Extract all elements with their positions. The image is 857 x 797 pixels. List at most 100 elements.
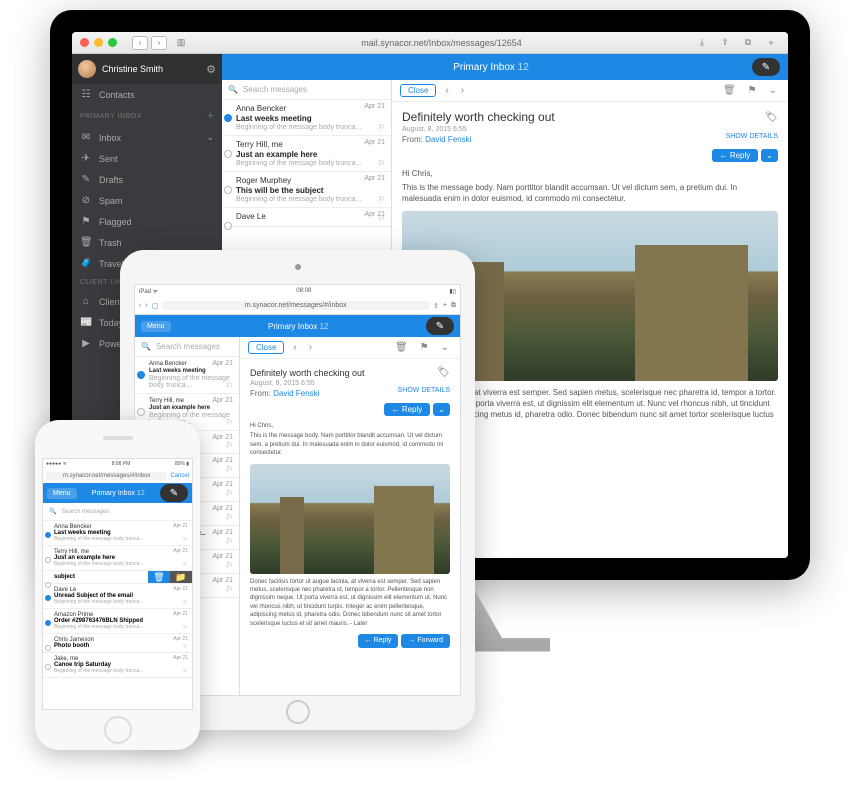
tablet-close-button[interactable]: Close — [248, 341, 284, 354]
tabs-icon[interactable]: ⧉ — [739, 36, 757, 50]
phone-compose-button[interactable]: ✎ — [160, 484, 188, 502]
message-row[interactable]: Amazon PrimeOrder #298763476BLN ShippedB… — [43, 609, 192, 634]
flag-icon[interactable]: ⚑ — [417, 342, 432, 353]
reader-icon[interactable]: ⤓ — [693, 36, 711, 50]
flag-icon[interactable]: ⚐ — [378, 159, 385, 168]
flag-icon[interactable]: ⚐ — [183, 536, 188, 543]
message-row[interactable]: Anna BenckerLast weeks meetingBeginning … — [135, 357, 239, 394]
tablet-sender-link[interactable]: David Fenski — [273, 389, 319, 398]
window-minimize-icon[interactable] — [94, 38, 103, 47]
flag-icon[interactable]: ⚐ — [226, 537, 233, 546]
chevron-down-icon[interactable]: ⌄ — [438, 342, 452, 353]
share-icon[interactable]: ⇪ — [716, 36, 734, 50]
next-message-icon[interactable]: › — [458, 85, 467, 96]
flag-icon[interactable]: ⚐ — [183, 599, 188, 606]
flag-icon[interactable]: ⚐ — [183, 668, 188, 675]
sidebar-item-sent[interactable]: ✈Sent — [72, 148, 222, 169]
trash-icon[interactable]: 🗑 — [392, 342, 411, 353]
tag-icon[interactable]: 🏷 — [437, 367, 450, 378]
tablet-image — [250, 464, 450, 574]
tablet-tabs-icon[interactable]: ⧉ — [451, 302, 456, 310]
add-tab-icon[interactable]: + — [762, 36, 780, 50]
sender-link[interactable]: David Fenski — [425, 135, 471, 144]
message-row[interactable]: Roger MurpheyThis will be the subjectBeg… — [222, 172, 391, 208]
add-folder-icon[interactable]: + — [207, 110, 214, 122]
tablet-show-details[interactable]: SHOW DETAILS — [398, 387, 450, 394]
tablet-share-icon[interactable]: ⇪ — [433, 302, 439, 310]
search-row[interactable]: 🔍 Search messages — [222, 80, 391, 100]
sidebar-contacts[interactable]: ☷Contacts — [72, 84, 222, 105]
flag-icon[interactable]: ⚐ — [226, 441, 233, 450]
flag-icon[interactable]: ⚐ — [378, 214, 385, 223]
window-close-icon[interactable] — [80, 38, 89, 47]
tablet-home-button[interactable] — [286, 700, 310, 724]
search-input[interactable]: Search messages — [243, 85, 307, 94]
tablet-url[interactable]: m.synacor.net/messages/#/inbox — [162, 301, 429, 310]
message-row[interactable]: Dave LeUnread Subject of the emailBeginn… — [43, 584, 192, 609]
nav-back-button[interactable]: ‹ — [132, 36, 148, 50]
sidebar-item-flagged[interactable]: ⚑Flagged — [72, 211, 222, 232]
close-button[interactable]: Close — [400, 84, 436, 97]
flag-icon[interactable]: ⚑ — [745, 85, 760, 96]
message-row[interactable]: Terry Hill, meJust an example hereBeginn… — [43, 546, 192, 571]
flag-icon[interactable]: ⚐ — [183, 643, 188, 650]
compose-button[interactable]: ✎ — [752, 58, 780, 76]
flag-icon[interactable]: ⚐ — [183, 624, 188, 631]
menu-button[interactable]: Menu — [141, 321, 171, 332]
tablet-add-icon[interactable]: + — [443, 302, 447, 309]
phone-screen: ●●●●● ᯤ 8:08 PM 80% ▮ m.synacor.net/mess… — [42, 458, 193, 710]
prev-message-icon[interactable]: ‹ — [442, 85, 451, 96]
tablet-prev-icon[interactable]: ‹ — [290, 342, 299, 353]
flag-icon[interactable]: ⚐ — [226, 489, 233, 498]
flag-icon[interactable]: ⚐ — [226, 465, 233, 474]
flag-icon[interactable]: ⚐ — [226, 381, 233, 390]
flag-icon[interactable]: ⚐ — [226, 513, 233, 522]
tablet-reply-bottom[interactable]: ← Reply — [358, 634, 399, 648]
phone-home-button[interactable] — [104, 716, 132, 744]
cancel-button[interactable]: Cancel — [170, 473, 189, 479]
tablet-reply-caret[interactable]: ⌄ — [433, 403, 450, 416]
tablet-fwd-icon[interactable]: › — [145, 302, 147, 309]
message-row[interactable]: Anna BenckerLast weeks meetingBeginning … — [43, 521, 192, 546]
tablet-compose-button[interactable]: ✎ — [426, 317, 454, 335]
tablet-back-icon[interactable]: ‹ — [139, 302, 141, 309]
message-row[interactable]: Dave LeApr 21⚐ — [222, 208, 391, 227]
gear-icon[interactable]: ⚙ — [206, 63, 216, 76]
flag-icon[interactable]: ⚐ — [378, 123, 385, 132]
address-bar[interactable]: mail.synacor.net/Inbox/messages/12654 — [195, 38, 688, 48]
flag-icon[interactable]: ⚐ — [226, 561, 233, 570]
flag-icon[interactable]: ⚐ — [226, 585, 233, 594]
phone-menu-button[interactable]: Menu — [47, 488, 77, 499]
reply-button[interactable]: ← Reply — [712, 149, 759, 162]
user-row[interactable]: Christine Smith ⚙ — [72, 54, 222, 84]
tag-icon[interactable]: 🏷 — [765, 112, 778, 123]
message-row[interactable]: Terry Hill, meJust an example hereBeginn… — [222, 136, 391, 172]
window-maximize-icon[interactable] — [108, 38, 117, 47]
tablet-forward-button[interactable]: → Forward — [401, 634, 450, 648]
flag-icon[interactable]: ⚐ — [183, 561, 188, 568]
message-row[interactable]: Jake, meCanoe trip SaturdayBeginning of … — [43, 653, 192, 678]
reply-dropdown-icon[interactable]: ⌄ — [761, 149, 778, 162]
message-row[interactable]: subjectApr 21⚐🗑📁 — [43, 571, 192, 584]
chevron-down-icon[interactable]: ⌄ — [766, 85, 780, 96]
sidebar-item-drafts[interactable]: ✎Drafts — [72, 169, 222, 190]
flag-icon[interactable]: ⚐ — [378, 195, 385, 204]
nav-forward-button[interactable]: › — [151, 36, 167, 50]
message-row[interactable]: Chris JamesonPhoto boothApr 21⚐ — [43, 634, 192, 653]
tablet-search[interactable]: 🔍Search messages — [135, 337, 239, 357]
show-details-link[interactable]: SHOW DETAILS — [726, 133, 778, 140]
phone-url[interactable]: m.synacor.net/messages/#/inbox — [46, 472, 167, 480]
swipe-move-icon[interactable]: 📁 — [170, 571, 192, 583]
trash-icon[interactable]: 🗑 — [720, 85, 739, 96]
flag-icon[interactable]: ⚐ — [226, 418, 233, 427]
tablet-reply-button[interactable]: ← Reply — [384, 403, 431, 416]
sidebar-item-spam[interactable]: ⊘Spam — [72, 190, 222, 211]
chevron-down-icon[interactable]: ⌄ — [206, 132, 214, 143]
tablet-next-icon[interactable]: › — [306, 342, 315, 353]
message-row[interactable]: Anna BenckerLast weeks meetingBeginning … — [222, 100, 391, 136]
phone-search[interactable]: 🔍Search messages — [43, 503, 192, 521]
swipe-delete-icon[interactable]: 🗑 — [148, 571, 170, 583]
sidebar-item-inbox[interactable]: ✉Inbox⌄ — [72, 127, 222, 148]
tablet-book-icon[interactable]: ▢ — [152, 302, 159, 310]
sidebar-toggle-icon[interactable]: ▥ — [172, 36, 190, 50]
